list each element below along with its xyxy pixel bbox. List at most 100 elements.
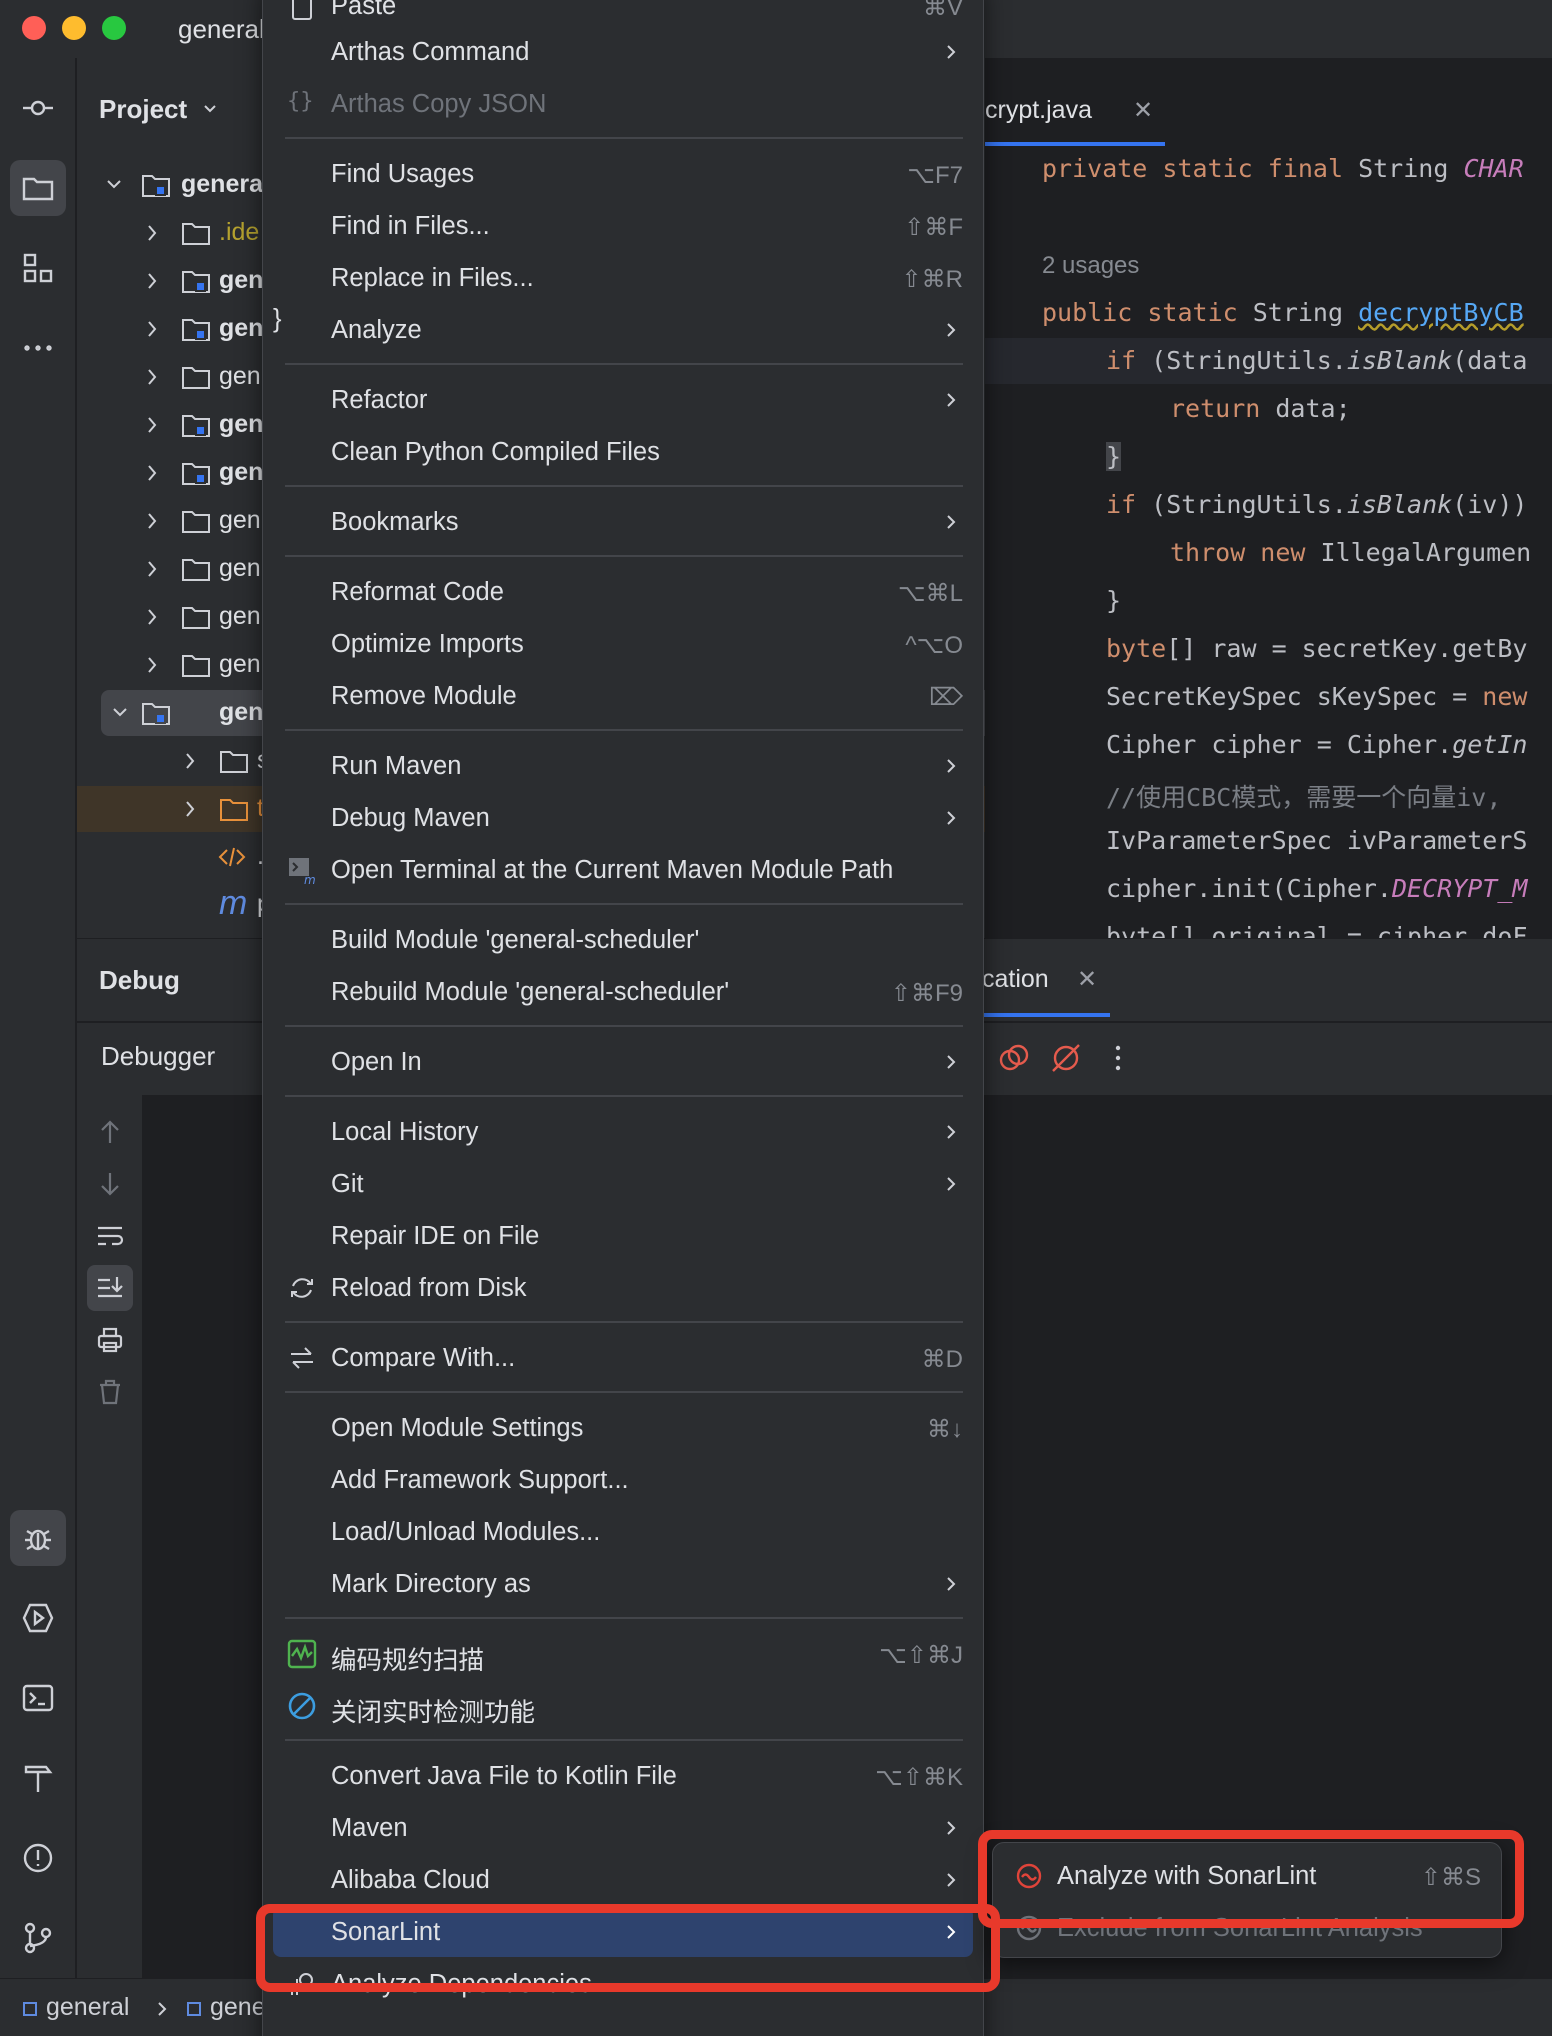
menu-item-find-in-files[interactable]: Find in Files... ⇧⌘F [273,201,973,251]
code-line: if (StringUtils.isBlank(data [1106,346,1528,375]
active-tab-indicator [985,142,1165,146]
chevron-right-icon [148,321,157,337]
terminal-maven-icon: m [289,858,316,885]
soft-wrap-icon[interactable] [95,1221,125,1251]
menu-item-convert-to-kotlin[interactable]: Convert Java File to Kotlin File ⌥⇧⌘K [273,1751,973,1801]
commit-icon[interactable] [10,80,66,136]
module-folder-icon [142,703,170,725]
xml-icon [218,847,246,867]
menu-separator [285,485,963,487]
menu-item-code-scan[interactable]: 编码规约扫描 ⌥⇧⌘J [273,1629,973,1679]
project-folder-icon[interactable] [10,160,66,216]
trash-icon[interactable] [95,1377,125,1407]
menu-separator [285,1025,963,1027]
code-line: cipher.init(Cipher.DECRYPT_M [1106,874,1528,903]
svg-text:m: m [304,873,316,885]
menu-item-open-module-settings[interactable]: Open Module Settings ⌘↓ [273,1403,973,1453]
more-tools-icon[interactable] [10,320,66,376]
tree-label: gen [219,362,261,390]
menu-item-reformat-code[interactable]: Reformat Code ⌥⌘L [273,567,973,617]
git-branch-icon[interactable] [10,1910,66,1966]
close-window-button[interactable] [22,16,46,40]
menu-item-repair-ide[interactable]: Repair IDE on File [273,1211,973,1261]
chevron-right-icon [148,561,157,577]
menu-item-maven[interactable]: Maven [273,1803,973,1853]
menu-item-debug-maven[interactable]: Debug Maven [273,793,973,843]
menu-separator [285,137,963,139]
folder-icon [220,751,248,773]
debug-bug-icon[interactable] [10,1510,66,1566]
menu-item-alibaba-cloud[interactable]: Alibaba Cloud [273,1855,973,1905]
close-icon[interactable]: ✕ [1133,96,1153,125]
zoom-window-button[interactable] [102,16,126,40]
menu-item-find-usages[interactable]: Find Usages ⌥F7 [273,149,973,199]
chevron-right-icon [947,45,956,59]
menu-separator [285,1739,963,1741]
chevron-right-icon [186,753,195,769]
menu-item-compare-with[interactable]: Compare With... ⌘D [273,1333,973,1383]
build-hammer-icon[interactable] [10,1750,66,1806]
chevron-down-icon[interactable] [203,102,217,116]
debugger-tab[interactable]: Debugger [101,1041,215,1072]
menu-item-refactor[interactable]: Refactor [273,375,973,425]
tree-label: gen [219,650,261,678]
structure-icon[interactable] [10,240,66,296]
tree-label: gen [219,554,261,582]
mute-breakpoints-icon[interactable] [1049,1041,1083,1075]
scroll-to-end-icon[interactable] [95,1273,125,1303]
tree-label: gen [219,506,261,534]
menu-item-optimize-imports[interactable]: Optimize Imports ^⌥O [273,619,973,669]
code-editor[interactable]: crypt.java ✕ private static final String… [985,58,1552,938]
arrow-down-icon[interactable] [95,1169,125,1199]
code-line: IvParameterSpec ivParameterS [1106,826,1528,855]
code-line: Cipher cipher = Cipher.getIn [1106,730,1528,759]
context-menu: Paste ⌘V Arthas Command {} Arthas Copy J… [262,0,984,2036]
chevron-right-icon [947,1125,956,1139]
menu-item-analyze[interactable]: Analyze } [273,305,973,355]
menu-item-open-terminal-maven[interactable]: m Open Terminal at the Current Maven Mod… [273,845,973,895]
tree-label: genera [181,170,263,198]
left-tool-strip [0,58,76,1978]
view-breakpoints-icon[interactable] [997,1041,1031,1075]
usages-hint[interactable]: 2 usages [1042,252,1139,280]
menu-item-add-framework-support[interactable]: Add Framework Support... [273,1455,973,1505]
code-line: } [1106,442,1122,471]
arrow-up-icon[interactable] [95,1117,125,1147]
tree-label: .ide [219,218,260,246]
breadcrumb-item[interactable]: general [46,1993,129,2022]
minimize-window-button[interactable] [62,16,86,40]
problems-icon[interactable] [10,1830,66,1886]
chevron-right-icon [947,393,956,407]
menu-item-disable-realtime-check[interactable]: 关闭实时检测功能 [273,1681,973,1731]
menu-item-run-maven[interactable]: Run Maven [273,741,973,791]
menu-item-load-unload-modules[interactable]: Load/Unload Modules... [273,1507,973,1557]
code-line: private static final String CHAR [1042,154,1524,183]
menu-item-bookmarks[interactable]: Bookmarks [273,497,973,547]
menu-item-open-in[interactable]: Open In [273,1037,973,1087]
close-icon[interactable]: ✕ [1077,965,1097,994]
menu-item-arthas-copy-json[interactable]: {} Arthas Copy JSON [273,79,973,129]
menu-item-git[interactable]: Git [273,1159,973,1209]
menu-item-replace-in-files[interactable]: Replace in Files... ⇧⌘R [273,253,973,303]
more-options-icon[interactable] [1101,1041,1135,1075]
menu-item-reload-from-disk[interactable]: Reload from Disk [273,1263,973,1313]
menu-item-arthas-command[interactable]: Arthas Command [273,27,973,77]
run-services-icon[interactable] [10,1590,66,1646]
breadcrumb-item[interactable]: gene [210,1993,266,2022]
disable-icon [288,1692,316,1720]
terminal-icon[interactable] [10,1670,66,1726]
chevron-right-icon [148,465,157,481]
print-icon[interactable] [95,1325,125,1355]
menu-item-remove-module[interactable]: Remove Module ⌦ [273,671,973,721]
menu-item-mark-directory-as[interactable]: Mark Directory as [273,1559,973,1609]
run-config-tab[interactable]: cation [982,965,1049,994]
menu-separator [285,1617,963,1619]
menu-separator [285,555,963,557]
editor-tab[interactable]: crypt.java [985,96,1092,125]
menu-item-clean-python[interactable]: Clean Python Compiled Files [273,427,973,477]
menu-item-build-module[interactable]: Build Module 'general-scheduler' [273,915,973,965]
menu-item-local-history[interactable]: Local History [273,1107,973,1157]
code-comment: //使用CBC模式，需要一个向量iv, [1106,783,1502,812]
tree-label: gen [219,314,264,342]
menu-item-rebuild-module[interactable]: Rebuild Module 'general-scheduler' ⇧⌘F9 [273,967,973,1017]
